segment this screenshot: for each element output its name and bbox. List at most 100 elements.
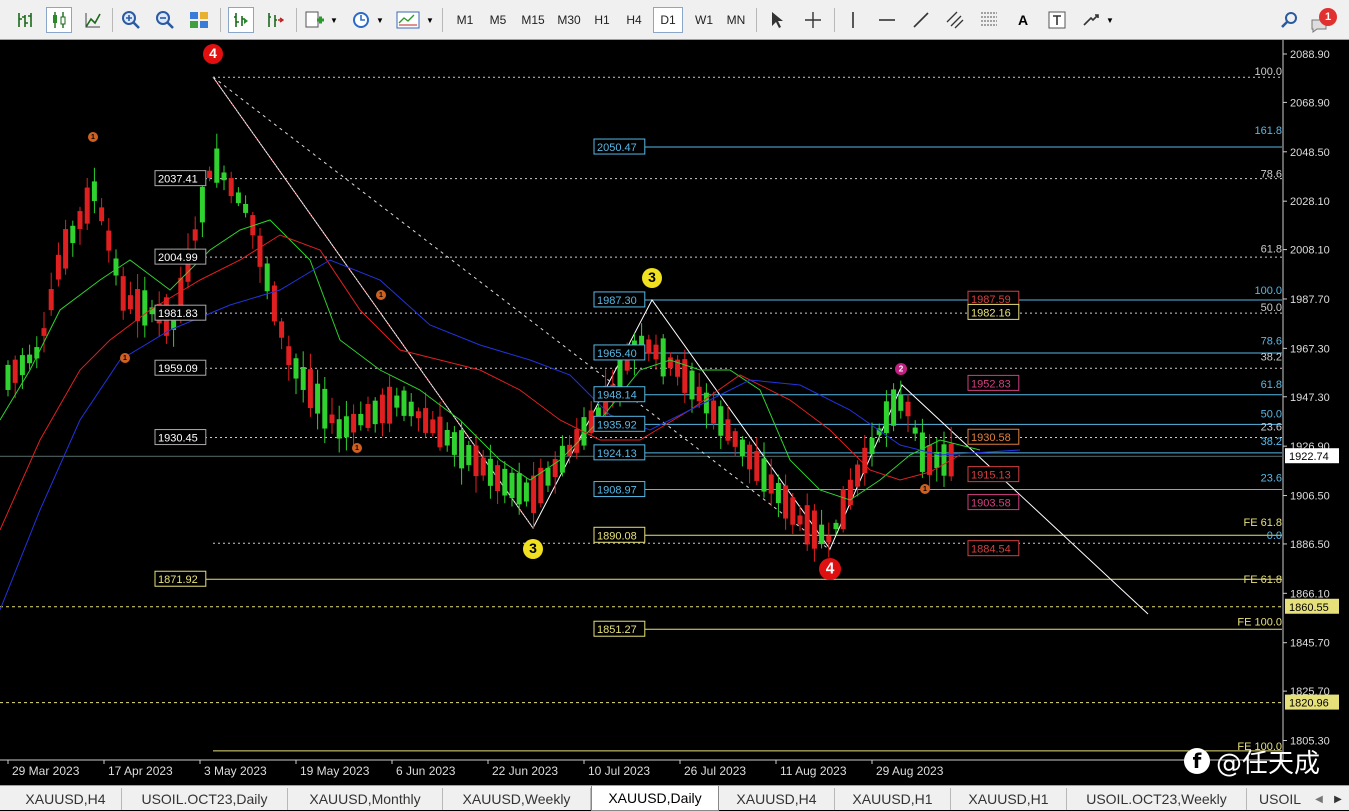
new-order-icon[interactable] [302, 7, 328, 33]
tile-windows-icon[interactable] [186, 7, 212, 33]
level-label: 1915.13 [971, 470, 1011, 482]
fib-label: 0.0 [1267, 530, 1282, 542]
date-axis-label: 3 May 2023 [204, 764, 267, 778]
candle-body [307, 369, 313, 409]
wave-label: 1 [123, 355, 127, 362]
level-label: 1890.08 [597, 530, 637, 542]
candle-body [84, 187, 90, 224]
autoscroll-icon[interactable] [228, 7, 254, 33]
candle-body [891, 389, 897, 426]
level-label: 1930.45 [158, 433, 198, 445]
fib-label: 100.0 [1254, 285, 1282, 297]
bar-chart-icon[interactable] [12, 7, 38, 33]
candle-body [286, 346, 292, 366]
candle-body [905, 401, 911, 417]
price-chart[interactable]: 2037.41 2004.99 1981.83 1959.09 1930.45 1871.… [0, 40, 1349, 785]
templates-icon[interactable] [394, 7, 422, 33]
timeframe-m1[interactable]: M1 [450, 7, 480, 33]
candle-body [502, 468, 508, 496]
candle-body [394, 395, 400, 408]
tab-xauusd-monthly[interactable]: XAUUSD,Monthly [288, 788, 443, 810]
tab-xauusd-h4[interactable]: XAUUSD,H4 [10, 788, 122, 810]
chevron-down-icon[interactable]: ▼ [374, 7, 386, 33]
line-chart-icon[interactable] [80, 7, 106, 33]
chevron-down-icon[interactable]: ▼ [424, 7, 436, 33]
candle-body [77, 211, 83, 229]
trendline-icon[interactable] [908, 7, 934, 33]
price-axis-label: 1866.10 [1290, 588, 1330, 600]
timeframe-m30[interactable]: M30 [552, 7, 586, 33]
tab-xauusd-h1[interactable]: XAUUSD,H1 [835, 788, 951, 810]
candle-body [55, 254, 61, 280]
horizontal-line-icon[interactable] [874, 7, 900, 33]
vertical-line-icon[interactable] [840, 7, 866, 33]
wave-label: 4 [826, 560, 835, 577]
tab-xauusd-daily[interactable]: XAUUSD,Daily [591, 786, 719, 811]
timeframe-w1[interactable]: W1 [689, 7, 719, 33]
level-label: 1952.83 [971, 378, 1011, 390]
crosshair-icon[interactable] [800, 7, 826, 33]
tab-usoil-weekly[interactable]: USOIL.OCT23,Weekly [1067, 788, 1247, 810]
candlestick-icon[interactable] [46, 7, 72, 33]
level-label: 1965.40 [597, 348, 637, 360]
fibonacci-icon[interactable] [976, 7, 1002, 33]
chart-shift-icon[interactable] [262, 7, 288, 33]
candle-body [833, 522, 839, 530]
timeframe-d1[interactable]: D1 [653, 7, 683, 33]
chart-tab-bar: XAUUSD,H4 USOIL.OCT23,Daily XAUUSD,Month… [0, 785, 1349, 811]
level-label: 1959.09 [158, 363, 198, 375]
candle-body [747, 444, 753, 470]
candle-body [300, 366, 306, 390]
tab-scroll-right-icon[interactable]: ▶ [1328, 788, 1348, 810]
candle-body [919, 432, 925, 472]
candle-body [192, 229, 198, 241]
candle-body [120, 276, 126, 311]
tab-xauusd-h4-2[interactable]: XAUUSD,H4 [719, 788, 835, 810]
tab-xauusd-weekly[interactable]: XAUUSD,Weekly [443, 788, 591, 810]
candle-body [689, 370, 695, 400]
timeframe-m5[interactable]: M5 [483, 7, 513, 33]
tab-usoil[interactable]: USOIL [1247, 788, 1307, 810]
text-tool-icon[interactable]: A [1010, 7, 1036, 33]
candle-body [351, 413, 357, 433]
arrows-icon[interactable] [1078, 7, 1104, 33]
tab-scroll-left-icon[interactable]: ◀ [1309, 788, 1329, 810]
fib-label: FE 61.8 [1243, 517, 1282, 529]
candle-body [135, 289, 141, 322]
search-icon[interactable] [1276, 7, 1302, 33]
periods-icon[interactable] [348, 7, 374, 33]
timeframe-m15[interactable]: M15 [516, 7, 550, 33]
candle-body [473, 445, 479, 477]
candle-body [459, 430, 465, 469]
tab-usoil-daily[interactable]: USOIL.OCT23,Daily [122, 788, 288, 810]
fib-label: 23.6 [1261, 422, 1282, 434]
timeframe-h4[interactable]: H4 [619, 7, 649, 33]
notification-badge[interactable]: 1 [1319, 8, 1337, 26]
text-label-icon[interactable] [1044, 7, 1070, 33]
candle-body [804, 505, 810, 545]
timeframe-h1[interactable]: H1 [587, 7, 617, 33]
wave-label: 3 [648, 269, 656, 285]
channel-icon[interactable] [942, 7, 968, 33]
candle-body [531, 475, 537, 513]
candle-body [480, 457, 486, 476]
wave-label: 3 [529, 540, 537, 556]
wave-label: 1 [379, 292, 383, 299]
candle-body [336, 419, 342, 439]
timeframe-mn[interactable]: MN [721, 7, 751, 33]
level-label: 2050.47 [597, 142, 637, 154]
candle-body [315, 383, 321, 414]
chevron-down-icon[interactable]: ▼ [328, 7, 340, 33]
candle-body [660, 338, 666, 377]
date-axis-label: 10 Jul 2023 [588, 764, 650, 778]
cursor-icon[interactable] [764, 7, 790, 33]
zoom-out-icon[interactable] [152, 7, 178, 33]
tab-xauusd-h1-2[interactable]: XAUUSD,H1 [951, 788, 1067, 810]
chevron-down-icon[interactable]: ▼ [1104, 7, 1116, 33]
candle-body [523, 482, 529, 502]
candle-body [423, 408, 429, 433]
date-axis-label: 22 Jun 2023 [492, 764, 558, 778]
candle-body [696, 386, 702, 402]
candle-body [912, 427, 918, 434]
zoom-in-icon[interactable] [118, 7, 144, 33]
